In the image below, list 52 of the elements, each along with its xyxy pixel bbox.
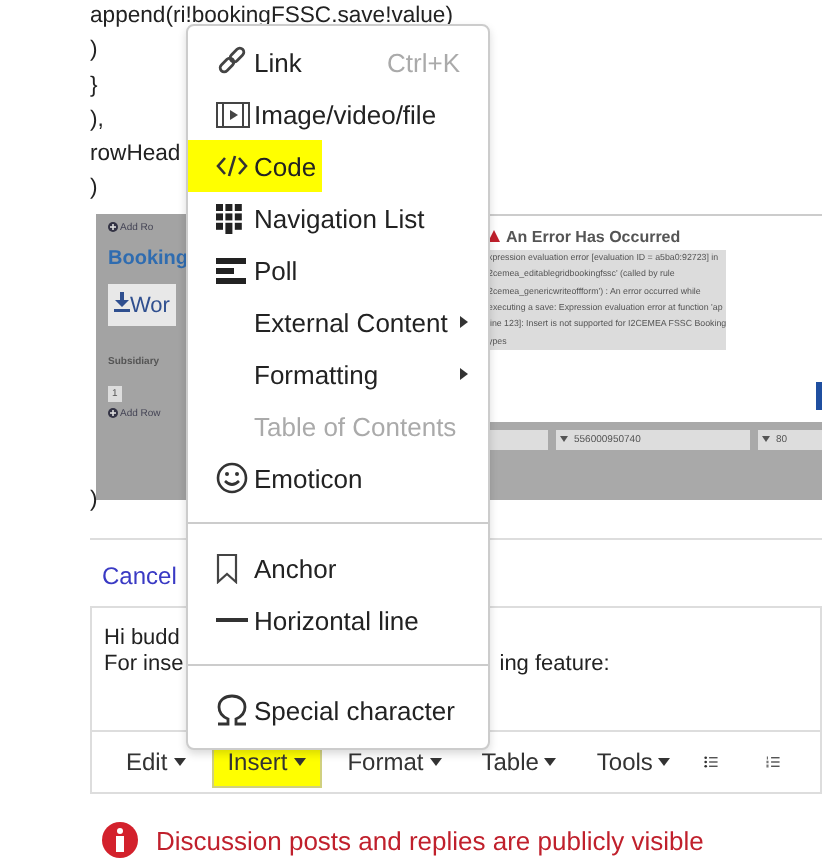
menu-item[interactable]: Image/video/file <box>188 88 488 140</box>
code-line: ) <box>90 36 98 67</box>
code-line: ) <box>90 485 98 516</box>
submenu-arrow-icon <box>460 368 468 380</box>
cancel-link[interactable]: Cancel <box>102 562 177 591</box>
download-icon <box>114 291 130 312</box>
menu-item[interactable]: Horizontal line <box>188 594 488 646</box>
omega-icon <box>216 694 248 726</box>
toolbar-menu-button[interactable]: Table <box>467 736 571 789</box>
code-line: rowHead <box>90 140 181 171</box>
code-line: } <box>90 71 98 102</box>
toolbar-menu-button[interactable]: Tools <box>582 736 685 789</box>
caret-icon <box>544 758 557 767</box>
caret-icon <box>560 436 568 443</box>
menu-item[interactable]: Emoticon <box>188 452 488 504</box>
submenu-arrow-icon <box>460 316 468 328</box>
notice-text: Discussion posts and replies are publicly visible <box>156 825 704 856</box>
menu-item[interactable]: Special character <box>188 684 488 736</box>
film-icon <box>216 101 250 127</box>
caret-icon <box>173 758 186 767</box>
caret-icon <box>762 436 770 443</box>
menu-item[interactable]: Poll <box>188 244 488 296</box>
form-title: Booking <box>108 247 188 270</box>
line-icon <box>216 617 248 623</box>
plus-circle-icon <box>108 408 118 419</box>
link-icon <box>216 46 248 78</box>
plus-circle-icon <box>108 222 118 233</box>
menu-item[interactable]: External Content <box>188 296 488 348</box>
editor-text: ing feature: <box>499 651 610 677</box>
dropdown-field <box>488 429 548 450</box>
error-title: An Error Has Occurred <box>506 227 681 246</box>
code-line: append(ri!bookingFSSC.save!value) <box>90 2 453 32</box>
toolbar-menu-button[interactable]: Format <box>333 736 456 789</box>
bars-icon <box>216 257 246 283</box>
menu-item[interactable]: Navigation List <box>188 192 488 244</box>
editor-text: Hi budd <box>104 626 180 652</box>
menu-item[interactable]: Formatting <box>188 348 488 400</box>
caret-icon <box>429 758 442 767</box>
smiley-icon <box>216 462 248 494</box>
code-line: ), <box>90 105 104 136</box>
bookmark-icon <box>216 553 238 583</box>
caret-icon <box>658 758 671 767</box>
toolbar-menu-button[interactable]: Edit <box>112 736 200 789</box>
menu-item[interactable]: Link Ctrl+K <box>188 36 488 88</box>
info-icon <box>102 822 138 859</box>
code-icon <box>216 152 248 180</box>
menu-item[interactable]: Code <box>188 140 322 192</box>
editor-text: For inse <box>104 651 184 677</box>
grid-icon <box>216 203 242 233</box>
caret-icon <box>293 758 306 767</box>
code-line: ) <box>90 174 98 205</box>
menu-item[interactable]: Anchor <box>188 542 488 594</box>
